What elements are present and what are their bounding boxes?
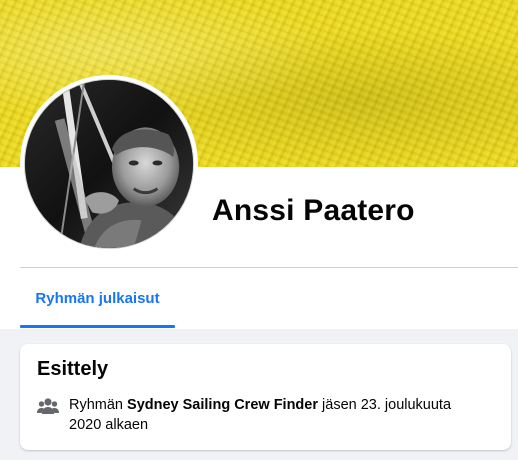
group-members-icon bbox=[37, 396, 59, 416]
avatar-photo bbox=[25, 80, 193, 248]
membership-info: Ryhmän Sydney Sailing Crew Finder jäsen … bbox=[37, 395, 497, 435]
active-tab-indicator bbox=[20, 325, 175, 328]
membership-date-line1: jäsen 23. joulukuuta bbox=[322, 397, 452, 413]
intro-title: Esittely bbox=[37, 358, 109, 380]
profile-picture[interactable] bbox=[20, 75, 198, 253]
membership-text: Ryhmän Sydney Sailing Crew Finder jäsen … bbox=[69, 395, 451, 435]
intro-card: Esittely Ryhmän Sydney Sailing Crew Find… bbox=[20, 344, 511, 450]
tab-group-posts[interactable]: Ryhmän julkaisut bbox=[20, 268, 175, 328]
membership-prefix: Ryhmän bbox=[69, 397, 123, 413]
profile-name: Anssi Paatero bbox=[212, 194, 415, 227]
membership-date-line2: 2020 alkaen bbox=[69, 417, 149, 433]
group-name-link[interactable]: Sydney Sailing Crew Finder bbox=[127, 397, 318, 413]
avatar[interactable] bbox=[24, 79, 194, 249]
